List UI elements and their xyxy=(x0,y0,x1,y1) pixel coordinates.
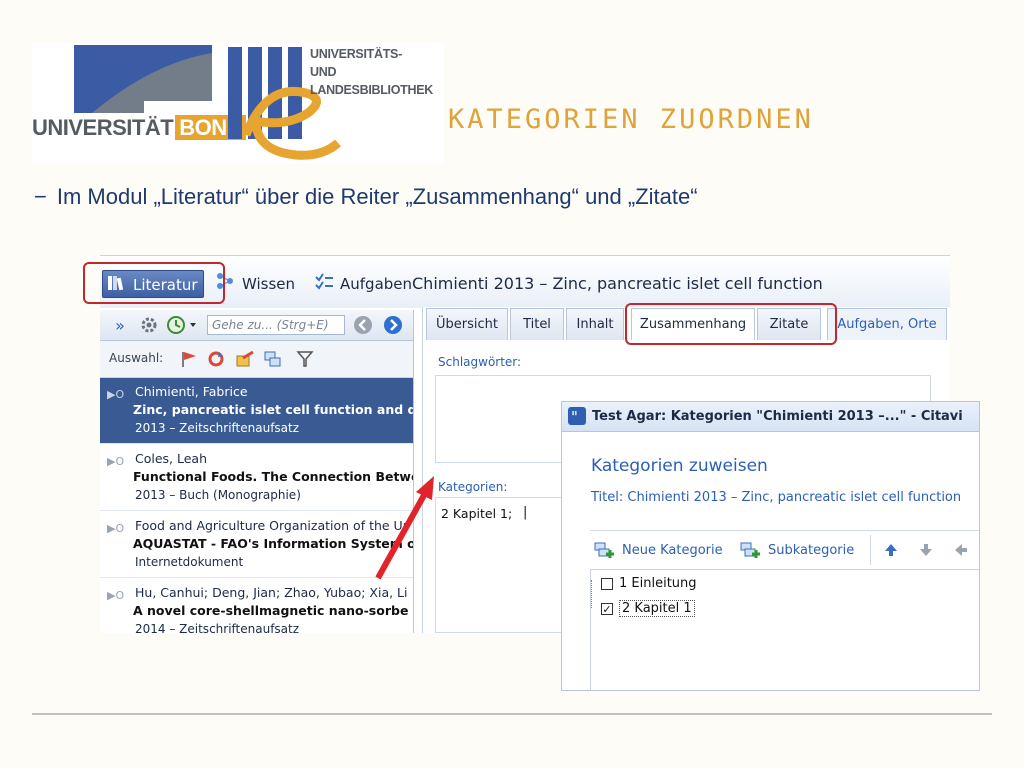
university-bonn-wordmark: UNIVERSITÄT BONN xyxy=(32,115,246,141)
filter-icon[interactable] xyxy=(296,350,314,368)
reference-author: Hu, Canhui; Deng, Jian; Zhao, Yubao; Xia… xyxy=(135,585,408,600)
reference-list-pane: » Gehe zu... (Strg+E) Auswahl: ▶O Chimie… xyxy=(100,310,414,633)
move-up-icon[interactable] xyxy=(884,543,898,557)
reference-meta: 2013 – Zeitschriftenaufsatz xyxy=(135,421,300,435)
tree-item-einleitung[interactable]: 1 Einleitung xyxy=(601,576,697,591)
nav-wissen[interactable]: Wissen xyxy=(216,270,295,298)
refresh-selection-icon[interactable] xyxy=(207,350,225,368)
highlight-tabs xyxy=(625,303,837,345)
citavi-icon: " xyxy=(568,407,586,425)
reference-list-item[interactable]: ▶O Hu, Canhui; Deng, Jian; Zhao, Yubao; … xyxy=(100,579,413,633)
tree-item-kapitel-1[interactable]: ✓ 2 Kapitel 1 xyxy=(601,600,695,617)
reference-list-item[interactable]: ▶O Coles, Leah Functional Foods. The Con… xyxy=(100,445,413,511)
subcategory-label: Subkategorie xyxy=(768,542,855,558)
list-toolbar: » Gehe zu... (Strg+E) xyxy=(100,310,413,341)
nav-wissen-label: Wissen xyxy=(242,275,296,293)
new-category-icon xyxy=(594,542,614,558)
flag-icon: ▶O xyxy=(107,589,125,602)
dialog-subtitle: Titel: Chimienti 2013 – Zinc, pancreatic… xyxy=(591,490,962,505)
nav-aufgaben[interactable]: Aufgaben xyxy=(314,270,412,298)
categories-dialog: " Test Agar: Kategorien "Chimienti 2013 … xyxy=(561,401,980,691)
auswahl-label: Auswahl: xyxy=(109,351,164,365)
reference-meta: Internetdokument xyxy=(135,555,244,569)
subcategory-button[interactable]: Subkategorie xyxy=(740,541,854,559)
module-bar: Literatur Wissen Aufgaben Chimienti 2013… xyxy=(100,255,950,308)
category-tree: 1 Einleitung ✓ 2 Kapitel 1 xyxy=(590,569,979,690)
reference-list-item[interactable]: ▶O Chimienti, Fabrice Zinc, pancreatic i… xyxy=(100,378,413,444)
nav-aufgaben-label: Aufgaben xyxy=(340,275,413,293)
flag-selection-icon[interactable] xyxy=(180,350,198,368)
reference-meta: 2013 – Buch (Monographie) xyxy=(135,488,301,502)
bullet-point: − Im Modul „Literatur“ über die Reiter „Z… xyxy=(34,184,698,210)
reference-meta: 2014 – Zeitschriftenaufsatz xyxy=(135,622,300,633)
text-cursor: | xyxy=(523,505,528,520)
selection-toolbar: Auswahl: xyxy=(100,341,413,378)
dialog-toolbar: Neue Kategorie Subkategorie xyxy=(590,530,979,569)
university-bonn-logo xyxy=(74,45,212,113)
checklist-icon xyxy=(314,271,334,299)
move-left-icon[interactable] xyxy=(954,543,968,557)
red-arrow-icon xyxy=(375,476,434,580)
expand-button[interactable]: » xyxy=(112,315,128,335)
goto-search-input[interactable]: Gehe zu... (Strg+E) xyxy=(207,315,345,335)
tab-titel[interactable]: Titel xyxy=(510,308,564,340)
flag-icon: ▶O xyxy=(107,522,125,535)
reference-author: Chimienti, Fabrice xyxy=(135,384,248,399)
schlagwoerter-label: Schlagwörter: xyxy=(438,355,522,369)
footer-divider xyxy=(32,713,992,715)
highlight-literatur xyxy=(83,262,225,304)
subcategory-icon xyxy=(740,542,760,558)
toolbar-divider xyxy=(870,535,871,565)
university-word: UNIVERSITÄT xyxy=(32,115,174,140)
reference-author: Food and Agriculture Organization of the… xyxy=(135,518,408,533)
reference-author: Coles, Leah xyxy=(135,451,208,466)
reference-list-item[interactable]: ▶O Food and Agriculture Organization of … xyxy=(100,512,413,578)
settings-icon[interactable] xyxy=(140,316,158,334)
history-icon[interactable] xyxy=(166,315,198,335)
slide-title: KATEGORIEN ZUORDNEN xyxy=(448,104,814,135)
ulb-wordmark: UNIVERSITÄTS- UND LANDESBIBLIOTHEK xyxy=(310,45,444,99)
tree-item-label: 1 Einleitung xyxy=(619,576,697,591)
tab-aufgaben-orte[interactable]: Aufgaben, Orte xyxy=(827,308,947,340)
record-header-title: Chimienti 2013 – Zinc, pancreatic islet … xyxy=(412,274,823,293)
new-category-label: Neue Kategorie xyxy=(622,542,723,558)
reference-title: Zinc, pancreatic islet cell function and… xyxy=(133,402,413,417)
bullet-text: Im Modul „Literatur“ über die Reiter „Zu… xyxy=(56,184,698,209)
flag-icon: ▶O xyxy=(107,455,125,468)
dialog-heading: Kategorien zuweisen xyxy=(591,456,768,476)
ulb-line-1: UNIVERSITÄTS- xyxy=(310,47,402,61)
logo-area: UNIVERSITÄT BONN UNIVERSITÄTS- UND LANDES… xyxy=(32,43,444,163)
dialog-title: Test Agar: Kategorien "Chimienti 2013 –.… xyxy=(592,409,963,424)
tab-inhalt[interactable]: Inhalt xyxy=(566,308,624,340)
new-category-button[interactable]: Neue Kategorie xyxy=(594,541,723,559)
kategorien-value: 2 Kapitel 1; xyxy=(441,506,513,521)
tab-uebersicht[interactable]: Übersicht xyxy=(426,308,508,340)
tree-item-label: 2 Kapitel 1 xyxy=(619,600,695,617)
svg-text:": " xyxy=(571,408,578,425)
flag-icon: ▶O xyxy=(107,388,125,401)
reference-title: A novel core-shellmagnetic nano-sorbe xyxy=(133,603,409,618)
group-selection-icon[interactable] xyxy=(263,350,283,368)
kategorien-label: Kategorien: xyxy=(438,480,508,494)
ulb-line-2: UND LANDESBIBLIOTHEK xyxy=(310,65,433,97)
dialog-titlebar: " Test Agar: Kategorien "Chimienti 2013 … xyxy=(562,402,979,432)
forward-arrow-icon[interactable] xyxy=(383,315,403,335)
bullet-marker: − xyxy=(34,184,47,209)
move-down-icon[interactable] xyxy=(919,543,933,557)
back-arrow-icon[interactable] xyxy=(353,315,373,335)
checkbox-kapitel-1[interactable]: ✓ xyxy=(601,602,613,615)
checkbox-einleitung[interactable] xyxy=(601,577,613,590)
edit-selection-icon[interactable] xyxy=(235,350,255,368)
